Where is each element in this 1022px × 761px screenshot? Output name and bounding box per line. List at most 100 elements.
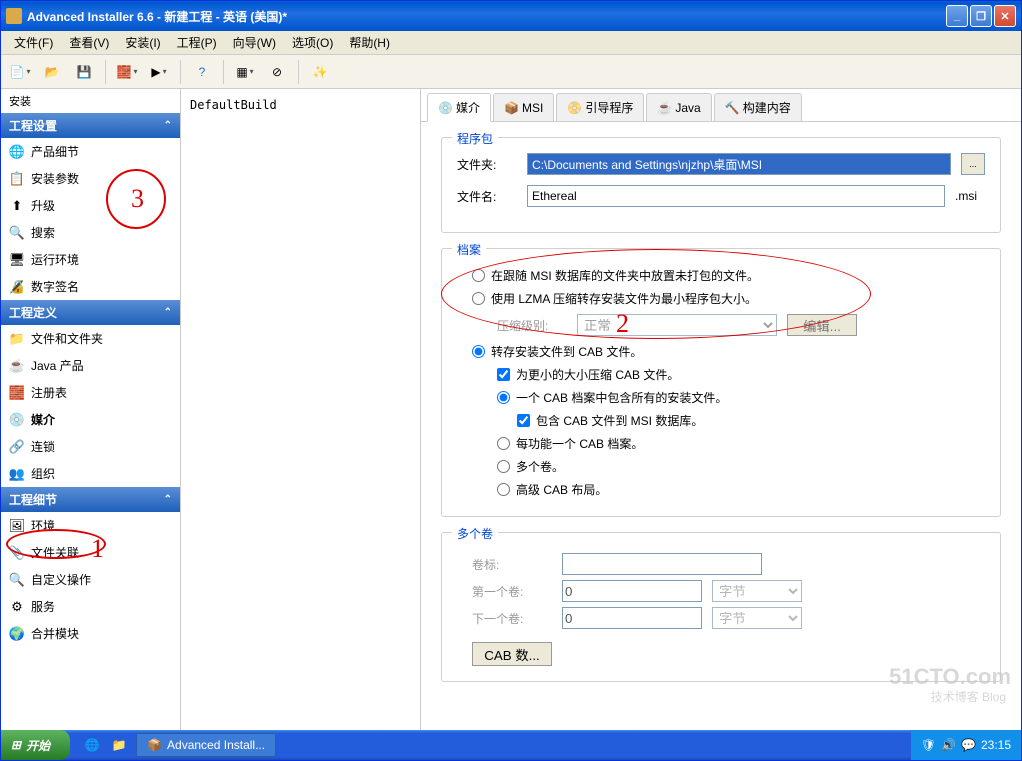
radio-multi-vol[interactable] bbox=[497, 460, 510, 473]
tray-icon[interactable]: 💬 bbox=[961, 738, 976, 752]
radio-label: 使用 LZMA 压缩转存安装文件为最小程序包大小。 bbox=[491, 290, 757, 307]
folder-icon[interactable]: 📁 bbox=[107, 734, 131, 756]
nav-search[interactable]: 🔍搜索 bbox=[1, 219, 180, 246]
nav-registry[interactable]: 🧱注册表 bbox=[1, 379, 180, 406]
next-vol-unit[interactable]: 字节 bbox=[712, 607, 802, 629]
filename-input[interactable] bbox=[527, 185, 945, 207]
nav-upgrade[interactable]: ⬆升级 bbox=[1, 192, 180, 219]
new-icon[interactable]: 📄▾ bbox=[6, 58, 34, 86]
radio-per-feature[interactable] bbox=[497, 437, 510, 450]
compress-select[interactable]: 正常 bbox=[577, 314, 777, 336]
env-icon: 🖼 bbox=[9, 518, 25, 534]
first-vol-input[interactable] bbox=[562, 580, 702, 602]
tab-media[interactable]: 💿媒介 bbox=[427, 93, 491, 122]
save-icon[interactable]: 💾 bbox=[70, 58, 98, 86]
maximize-button[interactable]: ❐ bbox=[970, 5, 992, 27]
clock[interactable]: 23:15 bbox=[981, 738, 1011, 752]
service-icon: ⚙ bbox=[9, 599, 25, 615]
section-definition[interactable]: 工程定义⌃ bbox=[1, 300, 180, 325]
main-panel: 💿媒介 📦MSI 📀引导程序 ☕Java 🔨构建内容 程序包 文件夹: ... … bbox=[421, 89, 1021, 730]
nav-label: 组织 bbox=[31, 465, 55, 482]
task-label: Advanced Install... bbox=[167, 738, 265, 752]
grid-icon[interactable]: ▦▾ bbox=[231, 58, 259, 86]
radio-single-cab[interactable] bbox=[497, 391, 510, 404]
stop-icon[interactable]: ⊘ bbox=[263, 58, 291, 86]
build-icon[interactable]: 🧱▾ bbox=[113, 58, 141, 86]
package-legend: 程序包 bbox=[452, 130, 498, 147]
nav-media[interactable]: 💿媒介 bbox=[1, 406, 180, 433]
minimize-button[interactable]: _ bbox=[946, 5, 968, 27]
section-label: 工程细节 bbox=[9, 491, 57, 508]
nav-label: 升级 bbox=[31, 197, 55, 214]
search-icon: 🔍 bbox=[9, 225, 25, 241]
first-vol-label: 第一个卷: bbox=[472, 583, 552, 600]
radio-cab[interactable] bbox=[472, 345, 485, 358]
radio-unpacked[interactable] bbox=[472, 269, 485, 282]
nav-install-params[interactable]: 📋安装参数 bbox=[1, 165, 180, 192]
menu-install[interactable]: 安装(I) bbox=[117, 31, 168, 54]
radio-label: 在跟随 MSI 数据库的文件夹中放置未打包的文件。 bbox=[491, 267, 759, 284]
nav-runtime[interactable]: 🖥运行环境 bbox=[1, 246, 180, 273]
tab-java[interactable]: ☕Java bbox=[646, 93, 711, 121]
start-button[interactable]: ⊞开始 bbox=[1, 730, 70, 760]
check-compress-cab[interactable] bbox=[497, 368, 510, 381]
nav-files[interactable]: 📁文件和文件夹 bbox=[1, 325, 180, 352]
ie-icon[interactable]: 🌐 bbox=[80, 734, 104, 756]
windows-icon: ⊞ bbox=[11, 738, 21, 752]
run-icon[interactable]: ▶▾ bbox=[145, 58, 173, 86]
next-vol-input[interactable] bbox=[562, 607, 702, 629]
taskbar: ⊞开始 🌐 📁 📦Advanced Install... 🛡 🔊 💬 23:15 bbox=[1, 730, 1021, 760]
nav-label: 运行环境 bbox=[31, 251, 79, 268]
media-icon: 💿 bbox=[438, 101, 452, 115]
params-icon: 📋 bbox=[9, 171, 25, 187]
close-button[interactable]: ✕ bbox=[994, 5, 1016, 27]
open-icon[interactable]: 📂 bbox=[38, 58, 66, 86]
section-label: 工程定义 bbox=[9, 304, 57, 321]
folder-input[interactable] bbox=[527, 153, 951, 175]
nav-java[interactable]: ☕Java 产品 bbox=[1, 352, 180, 379]
section-details[interactable]: 工程细节⌃ bbox=[1, 487, 180, 512]
build-item[interactable]: DefaultBuild bbox=[187, 95, 414, 115]
radio-label: 转存安装文件到 CAB 文件。 bbox=[491, 343, 642, 360]
nav-organize[interactable]: 👥组织 bbox=[1, 460, 180, 487]
separator bbox=[105, 60, 106, 84]
radio-advanced[interactable] bbox=[497, 483, 510, 496]
tab-bootstrap[interactable]: 📀引导程序 bbox=[556, 93, 644, 121]
tab-msi[interactable]: 📦MSI bbox=[493, 93, 554, 121]
browse-button[interactable]: ... bbox=[961, 153, 985, 175]
cab-count-button[interactable]: CAB 数... bbox=[472, 642, 552, 666]
menu-view[interactable]: 查看(V) bbox=[61, 31, 117, 54]
nav-custom[interactable]: 🔍自定义操作 bbox=[1, 566, 180, 593]
menu-help[interactable]: 帮助(H) bbox=[341, 31, 398, 54]
menu-file[interactable]: 文件(F) bbox=[6, 31, 61, 54]
nav-label: Java 产品 bbox=[31, 357, 84, 374]
radio-lzma[interactable] bbox=[472, 292, 485, 305]
ext-label: .msi bbox=[955, 189, 985, 203]
nav-services[interactable]: ⚙服务 bbox=[1, 593, 180, 620]
section-settings[interactable]: 工程设置⌃ bbox=[1, 113, 180, 138]
nav-product-details[interactable]: 🌐产品细节 bbox=[1, 138, 180, 165]
tab-label: 构建内容 bbox=[743, 99, 791, 116]
menu-wizard[interactable]: 向导(W) bbox=[225, 31, 284, 54]
edit-button[interactable]: 编辑... bbox=[787, 314, 857, 336]
volumes-legend: 多个卷 bbox=[452, 525, 498, 542]
tray-icon[interactable]: 🛡 bbox=[921, 738, 936, 752]
tray-icon[interactable]: 🔊 bbox=[941, 738, 956, 752]
task-advanced-installer[interactable]: 📦Advanced Install... bbox=[136, 733, 276, 757]
nav-signature[interactable]: 🔏数字签名 bbox=[1, 273, 180, 300]
wand-icon[interactable]: ✨ bbox=[306, 58, 334, 86]
help-icon[interactable]: ? bbox=[188, 58, 216, 86]
sign-icon: 🔏 bbox=[9, 279, 25, 295]
vol-label-input[interactable] bbox=[562, 553, 762, 575]
menu-options[interactable]: 选项(O) bbox=[284, 31, 341, 54]
nav-label: 合并模块 bbox=[31, 625, 79, 642]
first-vol-unit[interactable]: 字节 bbox=[712, 580, 802, 602]
nav-merge[interactable]: 🌍合并模块 bbox=[1, 620, 180, 647]
menu-project[interactable]: 工程(P) bbox=[169, 31, 225, 54]
radio-label: 多个卷。 bbox=[516, 458, 564, 475]
nav-chain[interactable]: 🔗连锁 bbox=[1, 433, 180, 460]
nav-label: 产品细节 bbox=[31, 143, 79, 160]
check-include-cab[interactable] bbox=[517, 414, 530, 427]
tab-build[interactable]: 🔨构建内容 bbox=[714, 93, 802, 121]
check-label: 包含 CAB 文件到 MSI 数据库。 bbox=[536, 412, 703, 429]
